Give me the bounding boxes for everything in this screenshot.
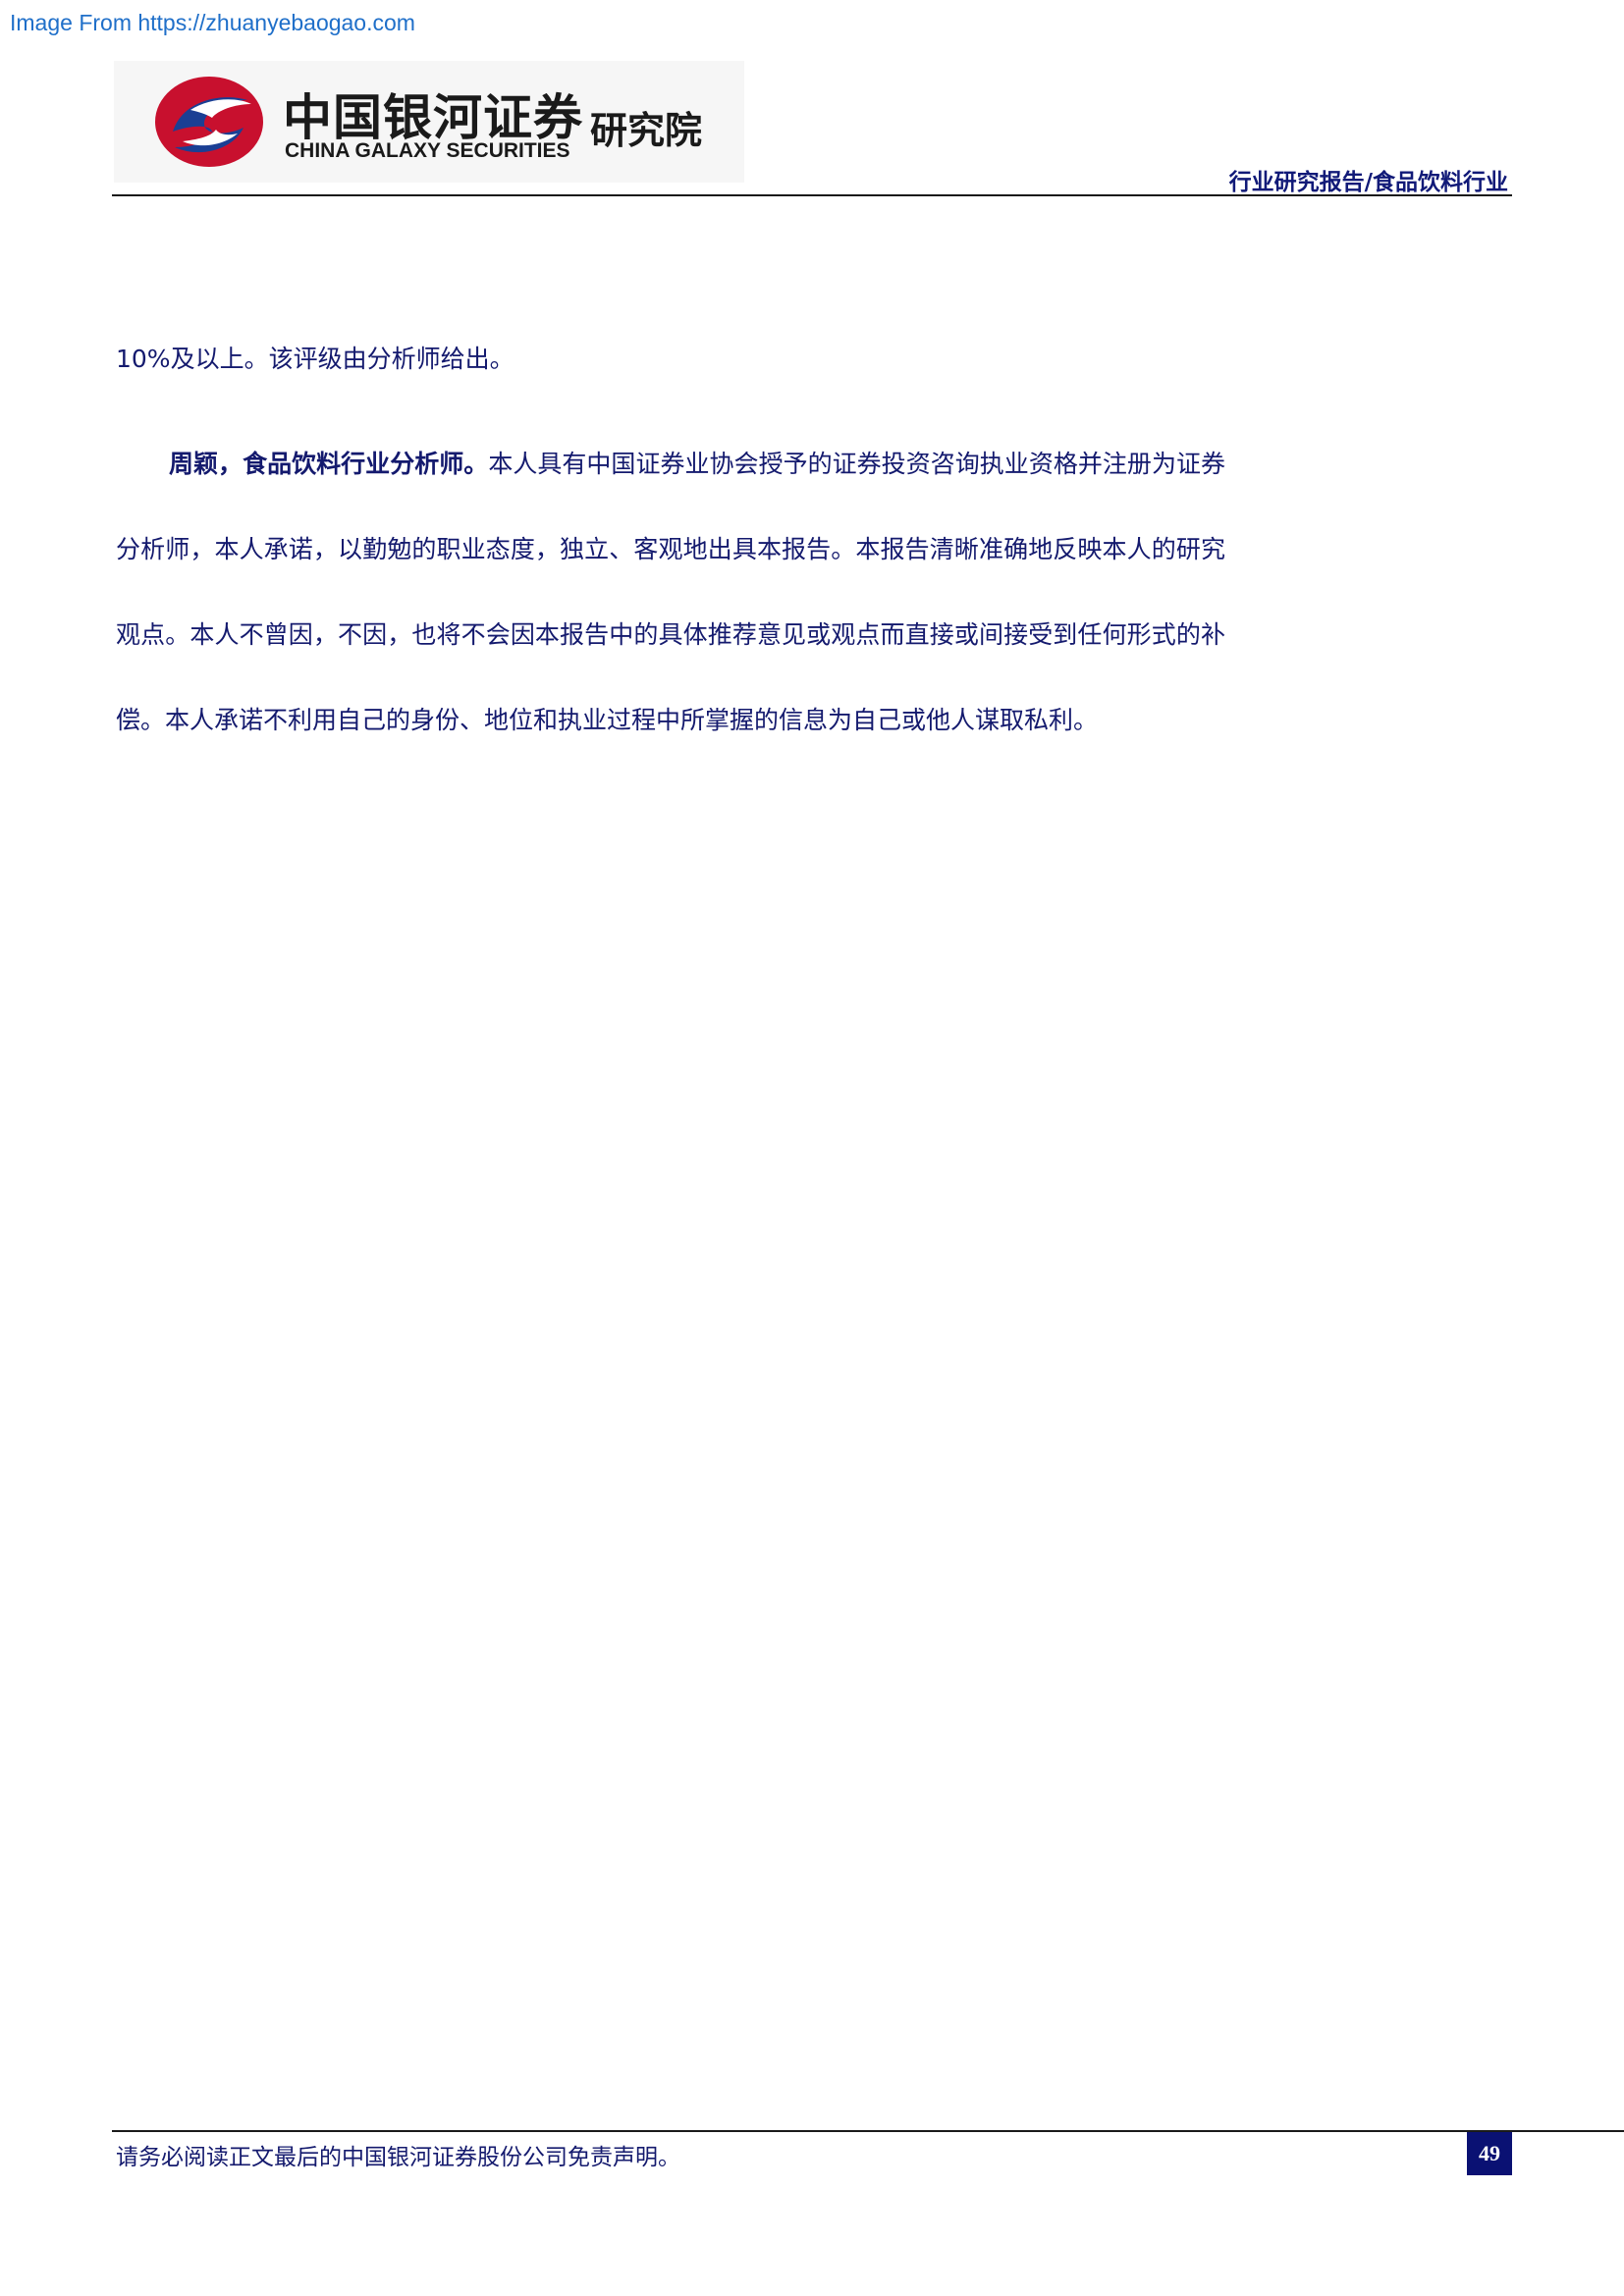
certification-statement: 本人具有中国证券业协会授予的证券投资咨询执业资格并注册为证券分析师，本人承诺，以…: [116, 450, 1225, 734]
analyst-name-label: 周颖，食品饮料行业分析师。: [169, 450, 489, 478]
galaxy-logo-icon: [155, 77, 263, 167]
analyst-certification-paragraph: 周颖，食品饮料行业分析师。本人具有中国证券业协会授予的证券投资咨询执业资格并注册…: [116, 421, 1225, 763]
page-number: 49: [1467, 2132, 1512, 2175]
logo-english-name: CHINA GALAXY SECURITIES: [285, 139, 570, 162]
header-divider: [112, 194, 1512, 196]
footer-disclaimer: 请务必阅读正文最后的中国银河证券股份公司免责声明。: [116, 2145, 680, 2170]
logo-institute-label: 研究院: [590, 109, 703, 152]
report-category: 行业研究报告/食品饮料行业: [1228, 169, 1508, 195]
footer-divider: [112, 2130, 1624, 2132]
document-body: 10%及以上。该评级由分析师给出。 周颖，食品饮料行业分析师。本人具有中国证券业…: [116, 316, 1225, 763]
company-logo: 中国银河证券 CHINA GALAXY SECURITIES 研究院: [114, 61, 744, 183]
rating-continuation-text: 10%及以上。该评级由分析师给出。: [116, 345, 514, 373]
source-link[interactable]: Image From https://zhuanyebaogao.com: [10, 10, 415, 36]
